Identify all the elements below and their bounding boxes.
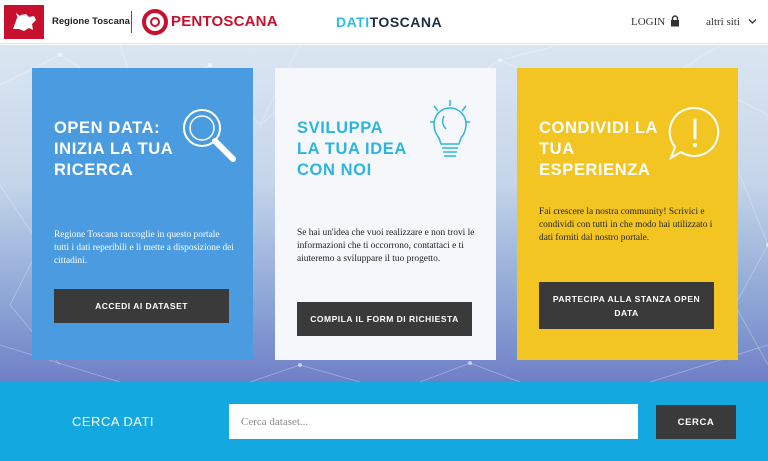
search-label: CERCA DATI bbox=[72, 414, 155, 429]
card-description: Se hai un'idea che vuoi realizzare e non… bbox=[297, 228, 475, 264]
opentoscana-label[interactable]: PENTOSCANA bbox=[171, 13, 278, 30]
datitoscana-brand[interactable]: DATITOSCANA bbox=[336, 14, 442, 30]
opentoscana-logo-inner-icon bbox=[150, 17, 160, 27]
join-open-data-room-button[interactable]: PARTECIPA ALLA STANZA OPEN DATA bbox=[539, 282, 714, 329]
card-description: Fai crescere la nostra community! Scrivi… bbox=[539, 207, 713, 243]
site-header: Regione Toscana PENTOSCANA DATITOSCANA L… bbox=[0, 0, 768, 44]
magnifier-icon bbox=[183, 109, 236, 162]
brand-part-toscana: TOSCANA bbox=[369, 14, 443, 30]
hero-section: OPEN DATA: INIZIA LA TUA RICERCA Regione… bbox=[0, 45, 768, 382]
brand-part-dati: DATI bbox=[336, 14, 370, 30]
request-form-button[interactable]: COMPILA IL FORM DI RICHIESTA bbox=[297, 302, 472, 336]
other-sites-menu[interactable]: altri siti bbox=[706, 16, 740, 28]
login-link[interactable]: LOGIN bbox=[631, 16, 665, 28]
card-title: OPEN DATA: INIZIA LA TUA RICERCA bbox=[54, 119, 173, 179]
search-bar: CERCA DATI CERCA bbox=[0, 382, 768, 461]
search-input[interactable] bbox=[229, 404, 638, 439]
card-open-data: OPEN DATA: INIZIA LA TUA RICERCA Regione… bbox=[32, 68, 253, 360]
access-datasets-button[interactable]: ACCEDI AI DATASET bbox=[54, 289, 229, 323]
lock-icon bbox=[671, 15, 679, 27]
card-description: Regione Toscana raccoglie in questo port… bbox=[54, 230, 234, 266]
card-title: CONDIVIDI LA TUA ESPERIENZA bbox=[539, 119, 658, 179]
header-divider bbox=[131, 11, 132, 33]
exclamation-bubble-icon bbox=[668, 106, 720, 161]
regione-toscana-label[interactable]: Regione Toscana bbox=[52, 16, 130, 27]
lightbulb-icon bbox=[430, 100, 470, 157]
card-develop-idea: SVILUPPA LA TUA IDEA CON NOI Se hai un'i… bbox=[275, 68, 496, 360]
card-title: SVILUPPA LA TUA IDEA CON NOI bbox=[297, 119, 407, 179]
card-share-experience: CONDIVIDI LA TUA ESPERIENZA Fai crescere… bbox=[517, 68, 738, 360]
chevron-down-icon[interactable] bbox=[748, 18, 757, 25]
regione-toscana-logo[interactable] bbox=[4, 5, 44, 39]
search-button[interactable]: CERCA bbox=[656, 405, 736, 439]
